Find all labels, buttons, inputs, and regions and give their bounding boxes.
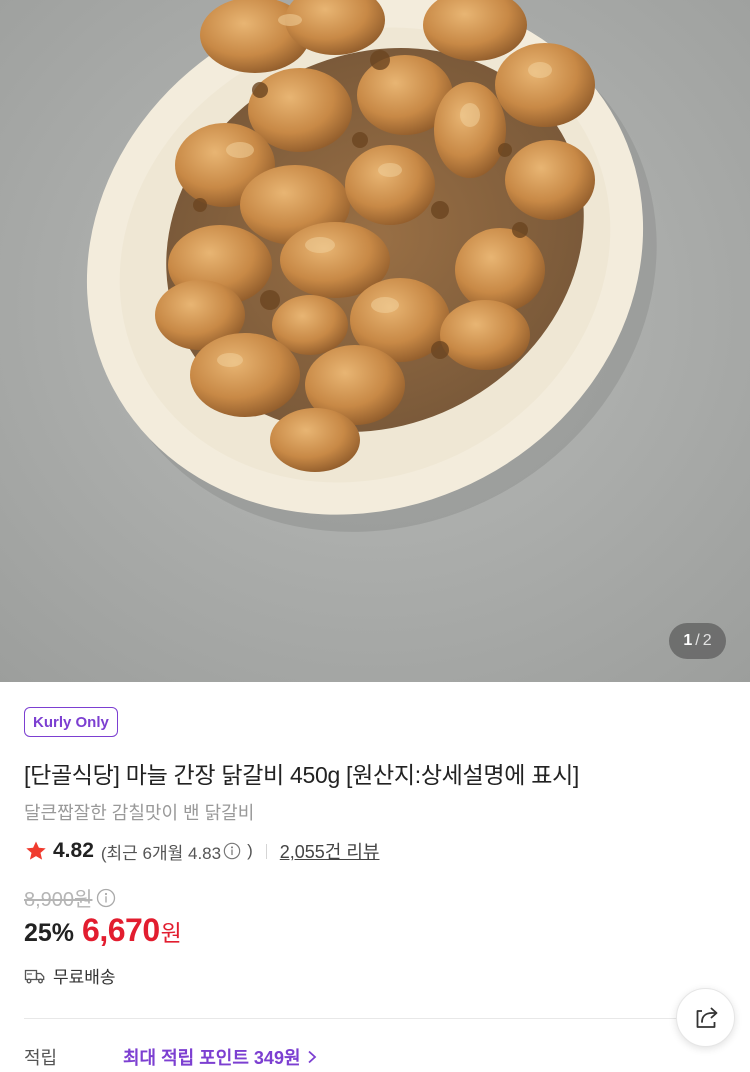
truck-icon xyxy=(24,969,45,983)
recent-rating: (최근 6개월 4.83 ) xyxy=(101,839,253,864)
product-subtitle: 달큰짭잘한 감칠맛이 밴 닭갈비 xyxy=(24,803,255,823)
points-label: 적립 xyxy=(24,1048,58,1068)
rating-score: 4.82 xyxy=(53,839,94,862)
delivery-row: 무료배송 xyxy=(24,963,116,988)
original-price: 8,900원 xyxy=(24,889,93,911)
divider-bar xyxy=(265,843,267,859)
review-count-link[interactable]: 2,055건 리뷰 xyxy=(280,838,380,864)
rating-row: 4.82 (최근 6개월 4.83 ) 2,055건 리뷰 xyxy=(24,837,380,865)
points-value-link[interactable]: 최대 적립 포인트 349원 xyxy=(123,1044,319,1070)
pager-current: 1 xyxy=(683,632,693,649)
star-icon xyxy=(26,841,46,860)
product-title: [단골식당] 마늘 간장 닭갈비 450g [원산지:상세설명에 표시] xyxy=(24,762,580,788)
points-value: 최대 적립 포인트 349원 xyxy=(123,1048,301,1068)
recent-rating-close: ) xyxy=(247,841,253,860)
price-row: 25% 6,670 원 xyxy=(24,912,182,949)
product-image-gallery[interactable]: 1 / 2 xyxy=(0,0,750,682)
share-icon xyxy=(696,1007,717,1028)
delivery-text: 무료배송 xyxy=(53,968,116,987)
chevron-right-icon xyxy=(307,1050,316,1064)
recent-rating-text: (최근 6개월 4.83 xyxy=(100,843,222,863)
product-photo xyxy=(0,0,750,682)
sale-price: 6,670 xyxy=(82,912,160,948)
currency-unit: 원 xyxy=(160,920,182,946)
original-price-row: 8,900원 xyxy=(24,883,116,912)
share-button[interactable] xyxy=(676,988,735,1047)
pager-total: 2 xyxy=(702,632,712,649)
pager-separator: / xyxy=(695,632,700,649)
price-info-icon[interactable] xyxy=(96,888,116,908)
points-row[interactable]: 적립 최대 적립 포인트 349원 xyxy=(24,1044,319,1070)
discount-rate: 25% xyxy=(24,919,75,947)
info-icon[interactable] xyxy=(223,842,241,860)
section-divider xyxy=(24,1018,726,1019)
image-pager: 1 / 2 xyxy=(669,623,726,659)
kurly-only-badge: Kurly Only xyxy=(24,707,118,737)
